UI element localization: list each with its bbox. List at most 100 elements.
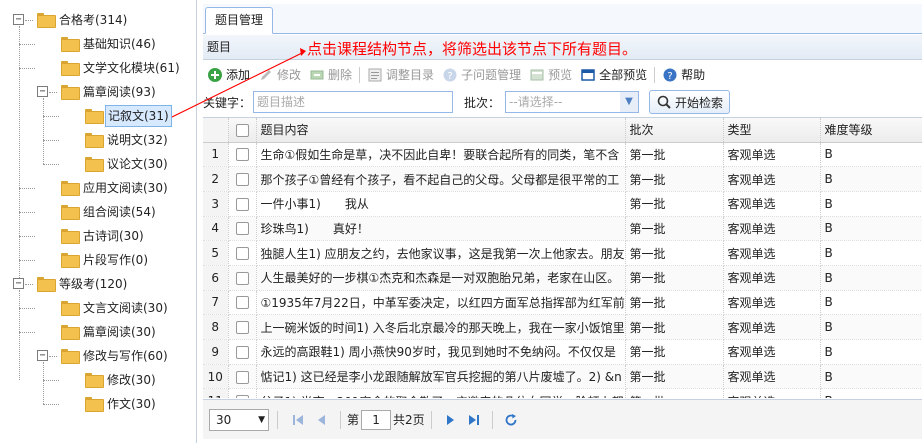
column-header-type[interactable]: 类型 [723, 118, 821, 143]
folder-icon [61, 37, 80, 52]
cell-type: 客观单选 [723, 191, 821, 217]
folder-icon [85, 397, 104, 412]
batch-select[interactable]: --请选择-- ▼ [505, 91, 640, 113]
first-page-button[interactable] [288, 410, 308, 430]
page-number-input[interactable]: 1 [361, 409, 392, 430]
table-row[interactable]: 5 独腿人生1) 应朋友之约，去他家议事，这是我第一次上他家去。朋友 第一批 客观单选… [203, 240, 922, 266]
tree-collapse-toggle[interactable]: − [37, 350, 48, 361]
tree-guide-line [19, 26, 20, 278]
row-checkbox[interactable] [235, 247, 249, 261]
tree-node-label[interactable]: 合格考(314) [57, 8, 129, 32]
column-header-content[interactable]: 题目内容 [256, 118, 626, 143]
tree-node-label[interactable]: 议论文(30) [105, 152, 170, 176]
page-size-select[interactable]: 30 ▼ [209, 408, 269, 431]
tree-node-label[interactable]: 片段写作(0) [81, 248, 150, 272]
preview-all-button[interactable]: 全部预览 [576, 64, 651, 86]
folder-icon [61, 301, 80, 316]
row-checkbox-cell [228, 339, 257, 365]
cell-batch: 第一批 [625, 240, 724, 266]
next-page-button[interactable] [440, 410, 460, 430]
folder-icon [37, 277, 56, 292]
help-button[interactable]: ? 帮助 [658, 64, 709, 86]
tree-node-label[interactable]: 古诗词(30) [81, 224, 146, 248]
table-row[interactable]: 1 生命①假如生命是草，决不因此自卑！要联合起所有的同类，笔不含 第一批 客观单选 B [203, 142, 922, 168]
cell-type: 客观单选 [723, 290, 821, 316]
cell-level: B [820, 240, 922, 266]
cell-type: 客观单选 [723, 216, 821, 242]
row-checkbox[interactable] [235, 222, 249, 236]
refresh-button[interactable] [501, 410, 521, 430]
tree-guide-line [43, 116, 59, 117]
sub-question-button[interactable]: ? 子问题管理 [438, 64, 525, 86]
last-page-button[interactable] [464, 410, 484, 430]
row-checkbox[interactable] [235, 345, 249, 359]
tree-node-label[interactable]: 等级考(120) [57, 272, 129, 296]
search-button[interactable]: 开始检索 [649, 90, 731, 114]
tree-node-label[interactable]: 文言文阅读(30) [81, 296, 170, 320]
cell-type: 客观单选 [723, 314, 821, 340]
tree-node-label[interactable]: 记叙文(31) [105, 105, 172, 127]
cell-batch: 第一批 [625, 216, 724, 242]
tree-node-label[interactable]: 作文(30) [105, 392, 158, 416]
tree-collapse-toggle[interactable]: − [13, 278, 24, 289]
tree-node-label[interactable]: 组合阅读(54) [81, 200, 158, 224]
cell-type: 客观单选 [723, 240, 821, 266]
tree-node-label[interactable]: 修改(30) [105, 368, 158, 392]
column-header-level[interactable]: 难度等级 [820, 118, 922, 143]
cell-batch: 第一批 [625, 142, 724, 168]
tree-node-label[interactable]: 说明文(32) [105, 128, 170, 152]
row-checkbox-cell [228, 166, 257, 192]
toolbar: 添加 修改 删除 调整目录 ? 子问题管理 预览 全部预览 ? 帮助 [203, 61, 922, 88]
tree-node-label[interactable]: 修改与写作(60) [81, 344, 170, 368]
edit-button[interactable]: 修改 [254, 64, 305, 86]
last-page-icon [468, 414, 479, 425]
row-checkbox-cell [228, 142, 257, 168]
tab-question-management[interactable]: 题目管理 [205, 7, 274, 34]
row-checkbox[interactable] [235, 148, 249, 162]
row-checkbox[interactable] [235, 296, 249, 310]
keyword-input[interactable]: 题目描述 [253, 91, 454, 113]
tree-node-label[interactable]: 篇章阅读(30) [81, 320, 158, 344]
row-checkbox[interactable] [235, 173, 249, 187]
table-row[interactable]: 7 ①1935年7月22日，中革军委决定，以红四方面军总指挥部为红军前 第一批 客观… [203, 290, 922, 316]
select-all-checkbox[interactable] [235, 123, 249, 137]
cell-level: B [820, 216, 922, 242]
preview-button[interactable]: 预览 [525, 64, 576, 86]
cell-level: B [820, 388, 922, 398]
cell-level: B [820, 166, 922, 192]
prev-page-button[interactable] [312, 410, 332, 430]
tree-node-label[interactable]: 应用文阅读(30) [81, 176, 170, 200]
folder-icon [85, 109, 104, 124]
table-row[interactable]: 2 那个孩子①曾经有个孩子，看不起自己的父母。父母都是很平常的工 第一批 客观单选 B [203, 166, 922, 192]
table-row[interactable]: 8 上一碗米饭的时间1) 入冬后北京最冷的那天晚上，我在一家小饭馆里 第一批 客观单选… [203, 314, 922, 340]
cell-content: 永远的高跟鞋1) 周小燕快90岁时，我见到她时不免纳闷。不仅仅是 [256, 339, 626, 365]
tree-node-label[interactable]: 文学文化模块(61) [81, 56, 182, 80]
row-checkbox[interactable] [235, 395, 249, 398]
table-row[interactable]: 4 珍珠鸟1) 真好！ 第一批 客观单选 B [203, 216, 922, 242]
add-button[interactable]: 添加 [203, 64, 254, 86]
cell-content: ①1935年7月22日，中革军委决定，以红四方面军总指挥部为红军前 [256, 290, 626, 316]
tree-node-label[interactable]: 基础知识(46) [81, 32, 158, 56]
row-checkbox[interactable] [235, 271, 249, 285]
row-checkbox[interactable] [235, 321, 249, 335]
cell-type: 客观单选 [723, 166, 821, 192]
table-row[interactable]: 9 永远的高跟鞋1) 周小燕快90岁时，我见到她时不免纳闷。不仅仅是 第一批 客观单选… [203, 339, 922, 365]
prev-page-icon [318, 414, 325, 425]
pencil-icon [258, 67, 274, 83]
tree-collapse-toggle[interactable]: − [37, 86, 48, 97]
tree-collapse-toggle[interactable]: − [13, 14, 24, 25]
row-number: 10 [203, 364, 229, 390]
table-row[interactable]: 10 惦记1) 这已经是李小龙跟随解放军官兵挖掘的第八片废墟了。2) &n 第一批客… [203, 364, 922, 390]
table-row[interactable]: 3 一件小事1) 我从 第一批 客观单选 B [203, 191, 922, 217]
cell-content: 一件小事1) 我从 [256, 191, 626, 217]
table-row[interactable]: 6 人生最美好的一步棋①杰克和杰森是一对双胞胎兄弟，老家在山区。 第一批 客观单选 B [203, 265, 922, 291]
adjust-catalog-button[interactable]: 调整目录 [363, 64, 438, 86]
row-checkbox[interactable] [235, 197, 249, 211]
pager-divider [277, 410, 278, 429]
delete-button[interactable]: 删除 [305, 64, 356, 86]
column-header-batch[interactable]: 批次 [625, 118, 724, 143]
tree-node-label[interactable]: 篇章阅读(93) [81, 80, 158, 104]
row-checkbox[interactable] [235, 370, 249, 384]
row-checkbox-cell [228, 265, 257, 291]
table-row[interactable]: 11 父子1) 半夜，201宿舍的聚会散了，应邀来的几位女同学，脸颊上都第一批客观… [203, 388, 922, 398]
